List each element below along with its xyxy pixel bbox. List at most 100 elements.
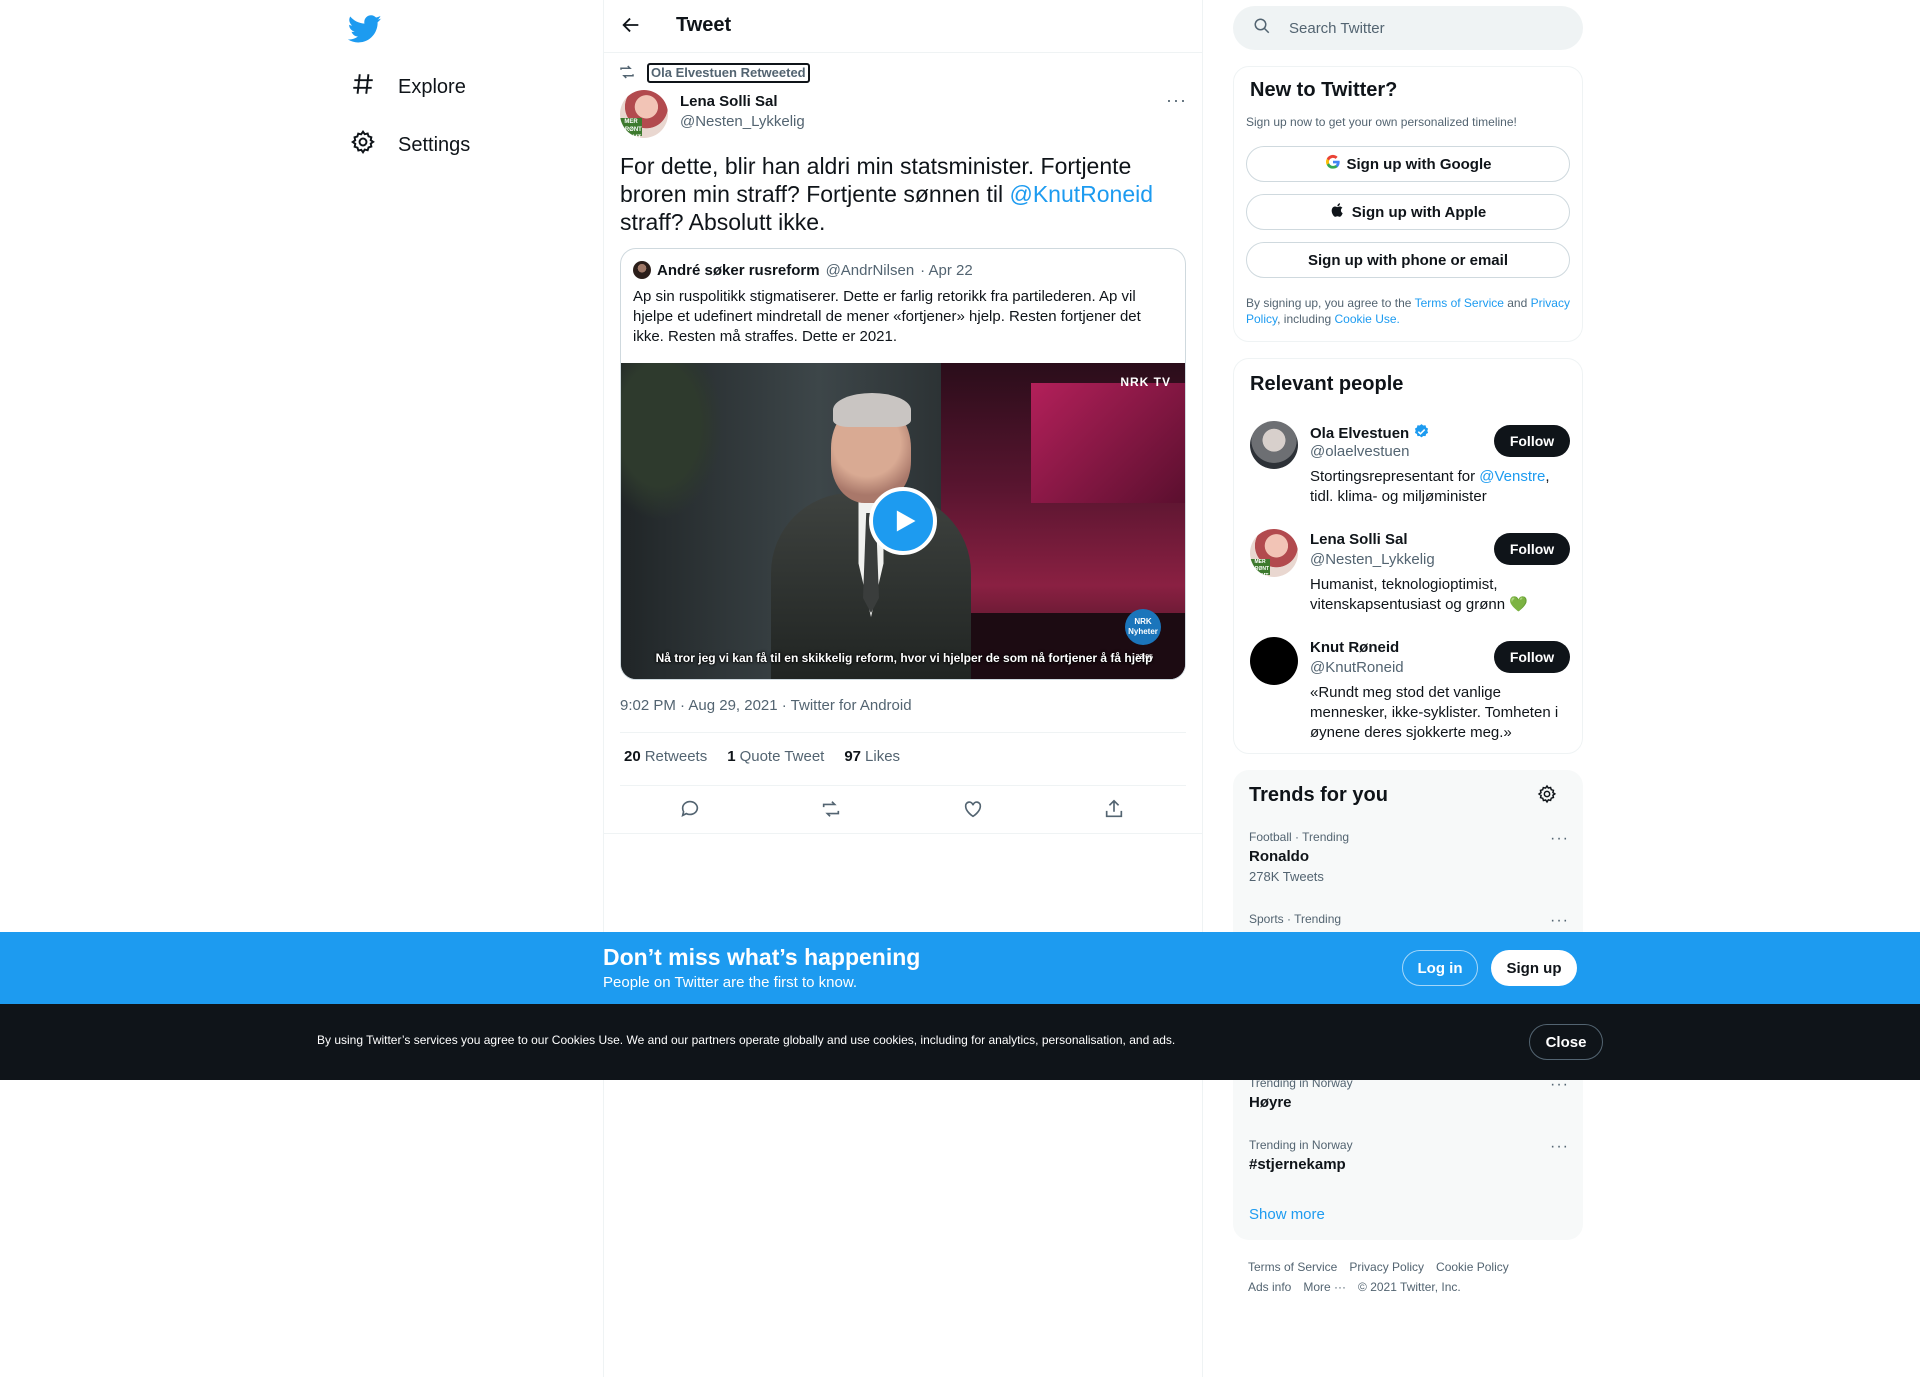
person-avatar[interactable] (1250, 421, 1298, 469)
person-card[interactable]: Knut Røneid @KnutRoneid «Rundt meg stod … (1250, 637, 1570, 747)
follow-button[interactable]: Follow (1494, 425, 1570, 457)
quote-tweet-card[interactable]: André søker rusreform @AndrNilsen · Apr … (620, 248, 1186, 680)
tweet-timestamp[interactable]: 9:02 PM · Aug 29, 2021 · Twitter for And… (620, 697, 912, 714)
footer-links-row1: Terms of Service Privacy Policy Cookie P… (1248, 1260, 1509, 1274)
avatar-badge: MER GRØNT STEMT (1250, 559, 1270, 577)
author-handle[interactable]: @Nesten_Lykkelig (680, 113, 805, 130)
cookie-consent-bar: By using Twitter’s services you agree to… (0, 1004, 1920, 1080)
video-player[interactable]: NRK TV NRK Nyheter Nå tror jeg vi kan få… (621, 363, 1185, 679)
quotes-label: Quote Tweet (739, 748, 825, 765)
column-divider-left (603, 0, 604, 1377)
signup-phone-email-button[interactable]: Sign up with phone or email (1246, 242, 1570, 278)
signup-apple-button[interactable]: Sign up with Apple (1246, 194, 1570, 230)
person-handle[interactable]: @KnutRoneid (1310, 659, 1404, 676)
close-cookie-button[interactable]: Close (1529, 1024, 1603, 1060)
mention-link[interactable]: @KnutRoneid (1009, 181, 1153, 207)
author-name[interactable]: Lena Solli Sal (680, 93, 778, 110)
reply-icon[interactable] (679, 798, 703, 822)
footer-terms-link[interactable]: Terms of Service (1248, 1260, 1337, 1274)
follow-button[interactable]: Follow (1494, 641, 1570, 673)
quote-text: Ap sin ruspolitikk stigmatiserer. Dette … (633, 288, 1141, 345)
show-more-link[interactable]: Show more (1249, 1206, 1325, 1223)
trend-item[interactable]: Trending in Norway Høyre ··· (1249, 1076, 1569, 1111)
person-name[interactable]: Lena Solli Sal (1310, 531, 1408, 548)
person-name-text: Knut Røneid (1310, 639, 1400, 656)
nav-settings[interactable]: Settings (350, 122, 470, 168)
share-icon[interactable] (1103, 798, 1127, 822)
legal-text-2: and (1503, 296, 1531, 310)
retweet-icon[interactable] (820, 798, 844, 822)
twitter-logo-icon[interactable] (347, 12, 384, 46)
verified-badge-icon (1413, 423, 1430, 444)
person-handle[interactable]: @Nesten_Lykkelig (1310, 551, 1435, 568)
trends-settings-gear-icon[interactable] (1537, 784, 1557, 809)
person-bio: «Rundt meg stod det vanlige mennesker, i… (1310, 684, 1559, 741)
trend-item[interactable]: Football · Trending Ronaldo 278K Tweets … (1249, 830, 1569, 884)
person-card[interactable]: MER GRØNT STEMT Lena Solli Sal @Nesten_L… (1250, 529, 1570, 619)
trend-item[interactable]: Sports · Trending ··· (1249, 912, 1569, 929)
nav-explore[interactable]: Explore (350, 64, 466, 110)
person-bio: Humanist, teknologioptimist, vitenskapse… (1310, 576, 1528, 613)
bio-mention-link[interactable]: @Venstre (1479, 468, 1545, 485)
trend-name: #stjernekamp (1249, 1156, 1346, 1173)
person-name[interactable]: Ola Elvestuen (1310, 423, 1430, 444)
page-title: Tweet (676, 14, 732, 36)
author-avatar[interactable]: MER GRØNT STEMT (620, 90, 668, 138)
play-button[interactable] (869, 487, 937, 555)
google-icon (1325, 154, 1341, 174)
retweeted-by-link[interactable]: Ola Elvestuen Retweeted (647, 63, 810, 83)
person-handle[interactable]: @olaelvestuen (1310, 443, 1409, 460)
nav-settings-label: Settings (398, 133, 471, 156)
person-avatar[interactable] (1250, 637, 1298, 685)
log-in-button[interactable]: Log in (1402, 950, 1478, 986)
signup-phone-email-label: Sign up with phone or email (1307, 251, 1508, 269)
back-arrow-icon[interactable] (620, 14, 648, 42)
banner-subtitle: People on Twitter are the first to know. (603, 974, 858, 991)
more-options-icon[interactable]: ··· (1550, 912, 1569, 930)
footer-ads-info-link[interactable]: Ads info (1248, 1280, 1291, 1294)
tweet-text: For dette, blir han aldri min statsminis… (620, 152, 1180, 236)
footer-more-link[interactable]: More ··· (1303, 1280, 1346, 1294)
video-person-hair (833, 393, 911, 427)
quote-author-handle: @AndrNilsen (825, 261, 915, 279)
search-box[interactable]: Search Twitter (1233, 6, 1583, 50)
more-options-icon[interactable]: ··· (1550, 1138, 1569, 1156)
person-name-text: Ola Elvestuen (1310, 425, 1410, 442)
likes-label: Likes (865, 748, 901, 765)
login-banner: Don’t miss what’s happening People on Tw… (0, 932, 1920, 1004)
terms-of-service-link[interactable]: Terms of Service (1415, 296, 1504, 310)
more-options-icon[interactable]: ··· (1166, 90, 1187, 111)
more-options-icon[interactable]: ··· (1550, 830, 1569, 848)
person-card[interactable]: Ola Elvestuen @olaelvestuen Stortingsrep… (1250, 421, 1570, 511)
likes-count: 97 (844, 748, 862, 765)
signup-google-button[interactable]: Sign up with Google (1246, 146, 1570, 182)
footer-privacy-link[interactable]: Privacy Policy (1349, 1260, 1424, 1274)
search-icon (1253, 17, 1271, 39)
follow-button[interactable]: Follow (1494, 533, 1570, 565)
trend-category: Football · Trending (1249, 830, 1350, 844)
sign-up-button[interactable]: Sign up (1491, 950, 1577, 986)
trend-category: Trending in Norway (1249, 1138, 1353, 1152)
footer-cookie-link[interactable]: Cookie Policy (1436, 1260, 1509, 1274)
trends-title: Trends for you (1249, 784, 1388, 806)
retweets-stat[interactable]: 20 Retweets (624, 748, 707, 765)
quote-header: André søker rusreform @AndrNilsen · Apr … (633, 261, 973, 279)
trend-item[interactable]: Trending in Norway #stjernekamp ··· (1249, 1138, 1569, 1173)
banner-title: Don’t miss what’s happening (603, 944, 921, 970)
tweet-stats: 20 Retweets 1 Quote Tweet 97 Likes (624, 748, 900, 765)
quotes-stat[interactable]: 1 Quote Tweet (727, 748, 824, 765)
quote-date: · Apr 22 (920, 261, 973, 279)
video-plant (621, 363, 731, 533)
signup-apple-label: Sign up with Apple (1351, 203, 1487, 221)
signup-panel-title: New to Twitter? (1250, 79, 1398, 101)
person-avatar[interactable]: MER GRØNT STEMT (1250, 529, 1298, 577)
trend-tweet-count: 278K Tweets (1249, 869, 1324, 884)
signup-panel: New to Twitter? Sign up now to get your … (1233, 66, 1583, 342)
like-heart-icon[interactable] (962, 798, 986, 822)
person-name[interactable]: Knut Røneid (1310, 639, 1399, 656)
likes-stat[interactable]: 97 Likes (844, 748, 900, 765)
apple-icon (1330, 202, 1346, 222)
trend-name: Høyre (1249, 1094, 1292, 1111)
cookie-use-link[interactable]: Cookie Use. (1335, 312, 1400, 326)
divider (604, 833, 1202, 834)
